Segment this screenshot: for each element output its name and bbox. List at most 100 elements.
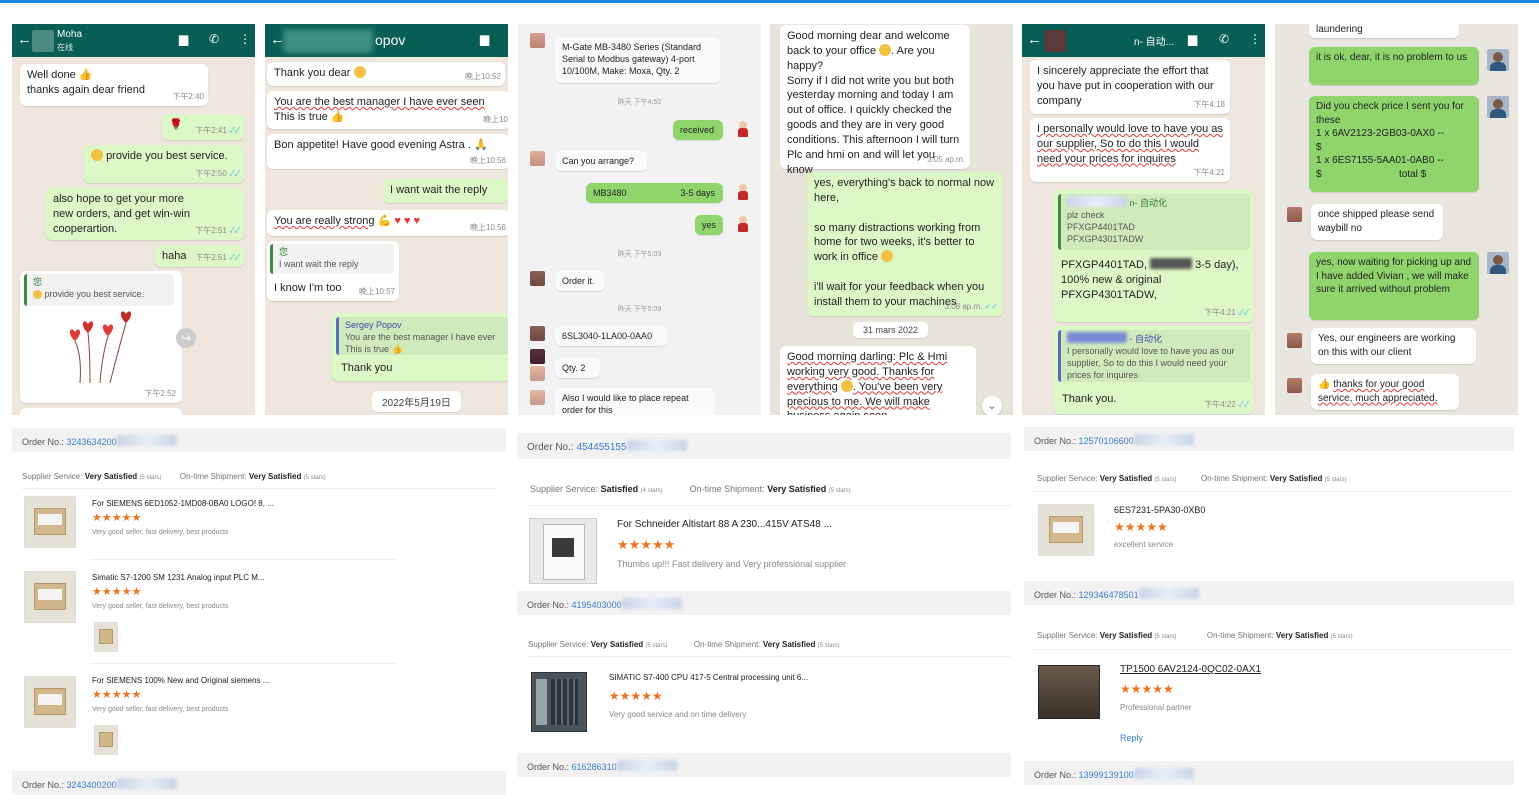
product-title[interactable]: For SIEMENS 100% New and Original siemen…	[92, 676, 292, 685]
message-text: Thank you	[341, 362, 393, 374]
quote-text: This is true 👍	[345, 344, 403, 355]
order-label: Order No.:	[22, 780, 65, 790]
message-text: Order it.	[562, 276, 595, 286]
video-call-icon[interactable]: ▆	[480, 32, 489, 46]
rating-stars: ★★★★★	[92, 512, 142, 524]
order-header: Order No.: 616286310	[517, 753, 1011, 777]
contact-avatar	[530, 366, 545, 381]
more-menu-icon[interactable]: ⋮	[239, 32, 251, 46]
back-arrow-icon[interactable]: ←	[17, 31, 32, 48]
message-incoming: laundering	[1309, 24, 1459, 38]
video-call-icon[interactable]: ▆	[1188, 32, 1197, 46]
order-number[interactable]: 616286310	[572, 762, 617, 772]
message-outgoing: provide you best service. 下午2:50 ✓✓	[84, 145, 244, 183]
back-arrow-icon[interactable]: ←	[1027, 31, 1042, 48]
order-number[interactable]: 454455155	[576, 442, 626, 453]
order-number[interactable]: 3243634200	[67, 437, 117, 447]
message-text: Thank you dear	[274, 67, 351, 79]
reply-link[interactable]: Reply	[1120, 733, 1143, 743]
avatar[interactable]	[1044, 30, 1066, 52]
message-time: 下午2:51 ✓✓	[195, 226, 240, 236]
product-title[interactable]: Simatic S7-1200 SM 1231 Analog input PLC…	[92, 573, 292, 582]
message-outgoing: 🌹 下午2:41 ✓✓	[162, 114, 244, 140]
more-menu-icon[interactable]: ⋮	[1249, 32, 1261, 46]
contact-name: opov	[375, 32, 406, 48]
sender-avatar-icon	[736, 184, 750, 200]
avatar[interactable]	[32, 30, 54, 52]
review-photo[interactable]	[94, 622, 118, 652]
product-title[interactable]: 6ES7231-5PA30-0XB0	[1114, 505, 1205, 515]
chat-panel-3: M-Gate MB-3480 Series (Standard Serial t…	[518, 24, 761, 415]
order-number[interactable]: 129346478501	[1079, 590, 1139, 600]
timestamp: 昨天 下午5:03	[617, 251, 662, 258]
review-photo[interactable]	[94, 725, 118, 755]
quoted-message: Sergey Popov You are the best manager I …	[336, 317, 508, 355]
order-number[interactable]: 3243400200	[67, 780, 117, 790]
message-text: also hope to get your more new orders, a…	[53, 193, 190, 235]
product-thumbnail[interactable]	[24, 496, 76, 548]
product-thumbnail[interactable]	[1038, 504, 1094, 556]
top-accent-line	[0, 0, 1539, 3]
product-thumbnail[interactable]	[1038, 665, 1100, 719]
message-text: received	[680, 125, 715, 135]
product-thumbnail[interactable]	[24, 676, 76, 728]
image-message: 您 provide you best service. 下午2:52	[20, 271, 182, 403]
product-title[interactable]: For SIEMENS 6ED1052-1MD08-0BA0 LOGO! 8, …	[92, 499, 292, 508]
review-text: Very good seller, fast delivery, best pr…	[92, 706, 229, 713]
video-call-icon[interactable]: ▆	[179, 32, 188, 46]
message-outgoing: also hope to get your more new orders, a…	[46, 188, 244, 240]
message-outgoing: yes	[695, 215, 723, 235]
chat-header: ← Moha 在线 ▆ ✆ ⋮	[12, 24, 255, 57]
phone-icon[interactable]: ✆	[1219, 32, 1229, 46]
message-time: 晚上10:56	[469, 156, 506, 166]
sender-avatar-icon	[1487, 96, 1509, 118]
rating-stars: ★★★★★	[609, 689, 663, 703]
product-title[interactable]: SIMATIC S7-400 CPU 417-5 Central process…	[609, 673, 859, 682]
order-number[interactable]: 12570106600	[1079, 436, 1134, 446]
message-time: 下午2:40	[172, 92, 204, 102]
order-header: Order No.: 3243634200	[12, 428, 506, 452]
scroll-down-button[interactable]: ⌄	[982, 396, 1002, 415]
rating-stars: ★★★★★	[1120, 682, 1174, 696]
service-rating-row: Supplier Service: Satisfied (4 stars) On…	[530, 484, 851, 494]
rating-stars: ★★★★★	[92, 586, 142, 598]
message-text: 100% new & original	[1061, 273, 1162, 286]
message-text: yes, everything's back to normal now her…	[814, 177, 995, 204]
date-chip: 31 mars 2022	[853, 322, 929, 338]
message-time: 晚上10:56	[469, 223, 506, 233]
chat-panel-5: ← n- 自动... ▆ ✆ ⋮ I sincerely appreciate …	[1022, 24, 1265, 415]
product-thumbnail[interactable]	[24, 571, 76, 623]
product-title[interactable]: TP1500 6AV2124-0QC02-0AX1	[1120, 664, 1261, 675]
chat-header: ← n- 自动... ▆ ✆ ⋮	[1022, 24, 1265, 57]
forward-icon[interactable]: ↪	[176, 328, 196, 348]
quote-sender: 您	[279, 247, 289, 257]
message-outgoing: I want wait the reply	[383, 179, 508, 203]
order-number[interactable]: 4195403000	[572, 600, 622, 610]
divider	[90, 663, 396, 664]
order-header: Order No.: 454455155	[517, 433, 1011, 459]
message-text: Well done	[27, 69, 76, 81]
message-text: MB3480	[593, 188, 627, 198]
sender-avatar-icon	[1487, 49, 1509, 71]
chat-panel-1: ← Moha 在线 ▆ ✆ ⋮ Well done 👍 thanks again…	[12, 24, 255, 415]
message-outgoing: MB3480 3-5 days	[586, 183, 723, 203]
order-number[interactable]: 13999139100	[1079, 770, 1134, 780]
product-thumbnail[interactable]	[529, 518, 597, 584]
chat-header: ← opov ▆	[265, 24, 508, 57]
rating-stars: ★★★★★	[92, 689, 142, 701]
product-title[interactable]: For Schneider Altistart 88 A 230...415V …	[617, 519, 867, 530]
message-text: This is true	[274, 110, 328, 123]
rating-stars: ★★★★★	[1114, 520, 1168, 534]
message-outgoing: yes, now waiting for picking up and I ha…	[1309, 252, 1479, 320]
order-reviews-panel-3: Order No.: 12570106600 Supplier Service:…	[1024, 425, 1514, 805]
message-incoming: I personally would love to have you as o…	[1030, 118, 1230, 182]
message-text: once shipped please send waybill no	[1318, 209, 1435, 234]
order-header: Order No.: 13999139100	[1024, 761, 1514, 785]
quote-text: I want wait the reply	[279, 259, 359, 270]
message-time: 晚上10:57	[358, 287, 395, 297]
product-thumbnail[interactable]	[531, 672, 587, 732]
phone-icon[interactable]: ✆	[209, 32, 219, 46]
message-text: so many distractions working from home f…	[814, 221, 981, 264]
message-incoming: Also I would like to place repeat order …	[555, 388, 715, 415]
message-incoming: Yes, our engineers are working on this w…	[1311, 328, 1476, 364]
